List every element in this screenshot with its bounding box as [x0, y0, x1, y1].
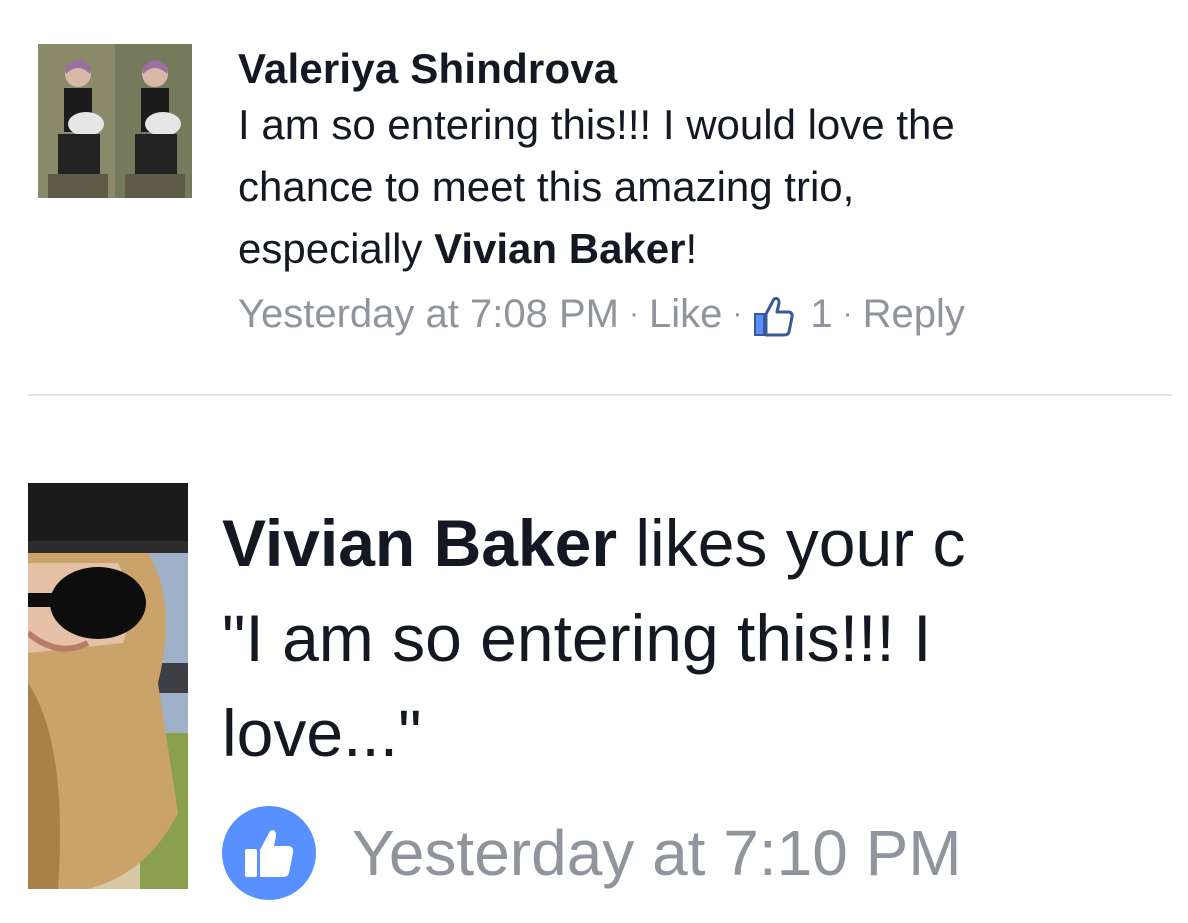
reply-button[interactable]: Reply	[863, 286, 965, 342]
notification-meta: Yesterday at 7:10 PM	[222, 806, 962, 900]
notification-actor-name: Vivian Baker	[222, 506, 618, 580]
avatar-photo	[38, 44, 192, 198]
avatar-photo	[28, 483, 188, 889]
comment: Valeriya Shindrova I am so entering this…	[238, 44, 1178, 342]
comment-text: I am so entering this!!! I would love th…	[238, 94, 1178, 280]
comment-text-line: especially Vivian Baker!	[238, 218, 1178, 280]
comment-text-line: I am so entering this!!! I would love th…	[238, 101, 955, 148]
notification-timestamp: Yesterday at 7:10 PM	[352, 817, 962, 889]
separator-dot: ·	[732, 297, 743, 330]
notification-quote-line: love..."	[222, 696, 422, 770]
separator-dot: ·	[842, 297, 853, 330]
like-button[interactable]: Like	[649, 286, 722, 342]
comment-text-prefix: especially	[238, 225, 435, 272]
comment-meta: Yesterday at 7:08 PM · Like · 1 · Reply	[238, 286, 1178, 342]
notification-actor-avatar[interactable]	[28, 483, 188, 889]
comment-timestamp[interactable]: Yesterday at 7:08 PM	[238, 286, 619, 342]
comment-author-name[interactable]: Valeriya Shindrova	[238, 44, 1178, 94]
mention-link[interactable]: Vivian Baker	[434, 225, 685, 272]
comment-author-avatar[interactable]	[38, 44, 192, 198]
notification[interactable]: Vivian Baker likes your c "I am so enter…	[222, 496, 1158, 781]
thumbs-up-icon	[222, 806, 316, 900]
notification-headline: Vivian Baker likes your c	[222, 496, 1158, 591]
divider	[28, 394, 1172, 396]
comment-text-line: chance to meet this amazing trio,	[238, 163, 855, 210]
notification-quote-line: "I am so entering this!!! I	[222, 601, 932, 675]
comment-text-suffix: !	[685, 225, 698, 272]
notification-text: Vivian Baker likes your c "I am so enter…	[222, 496, 1158, 781]
thumbs-up-outline-icon	[752, 294, 796, 338]
like-count[interactable]: 1	[810, 286, 832, 342]
notification-action: likes your c	[617, 506, 966, 580]
separator-dot: ·	[628, 297, 639, 330]
